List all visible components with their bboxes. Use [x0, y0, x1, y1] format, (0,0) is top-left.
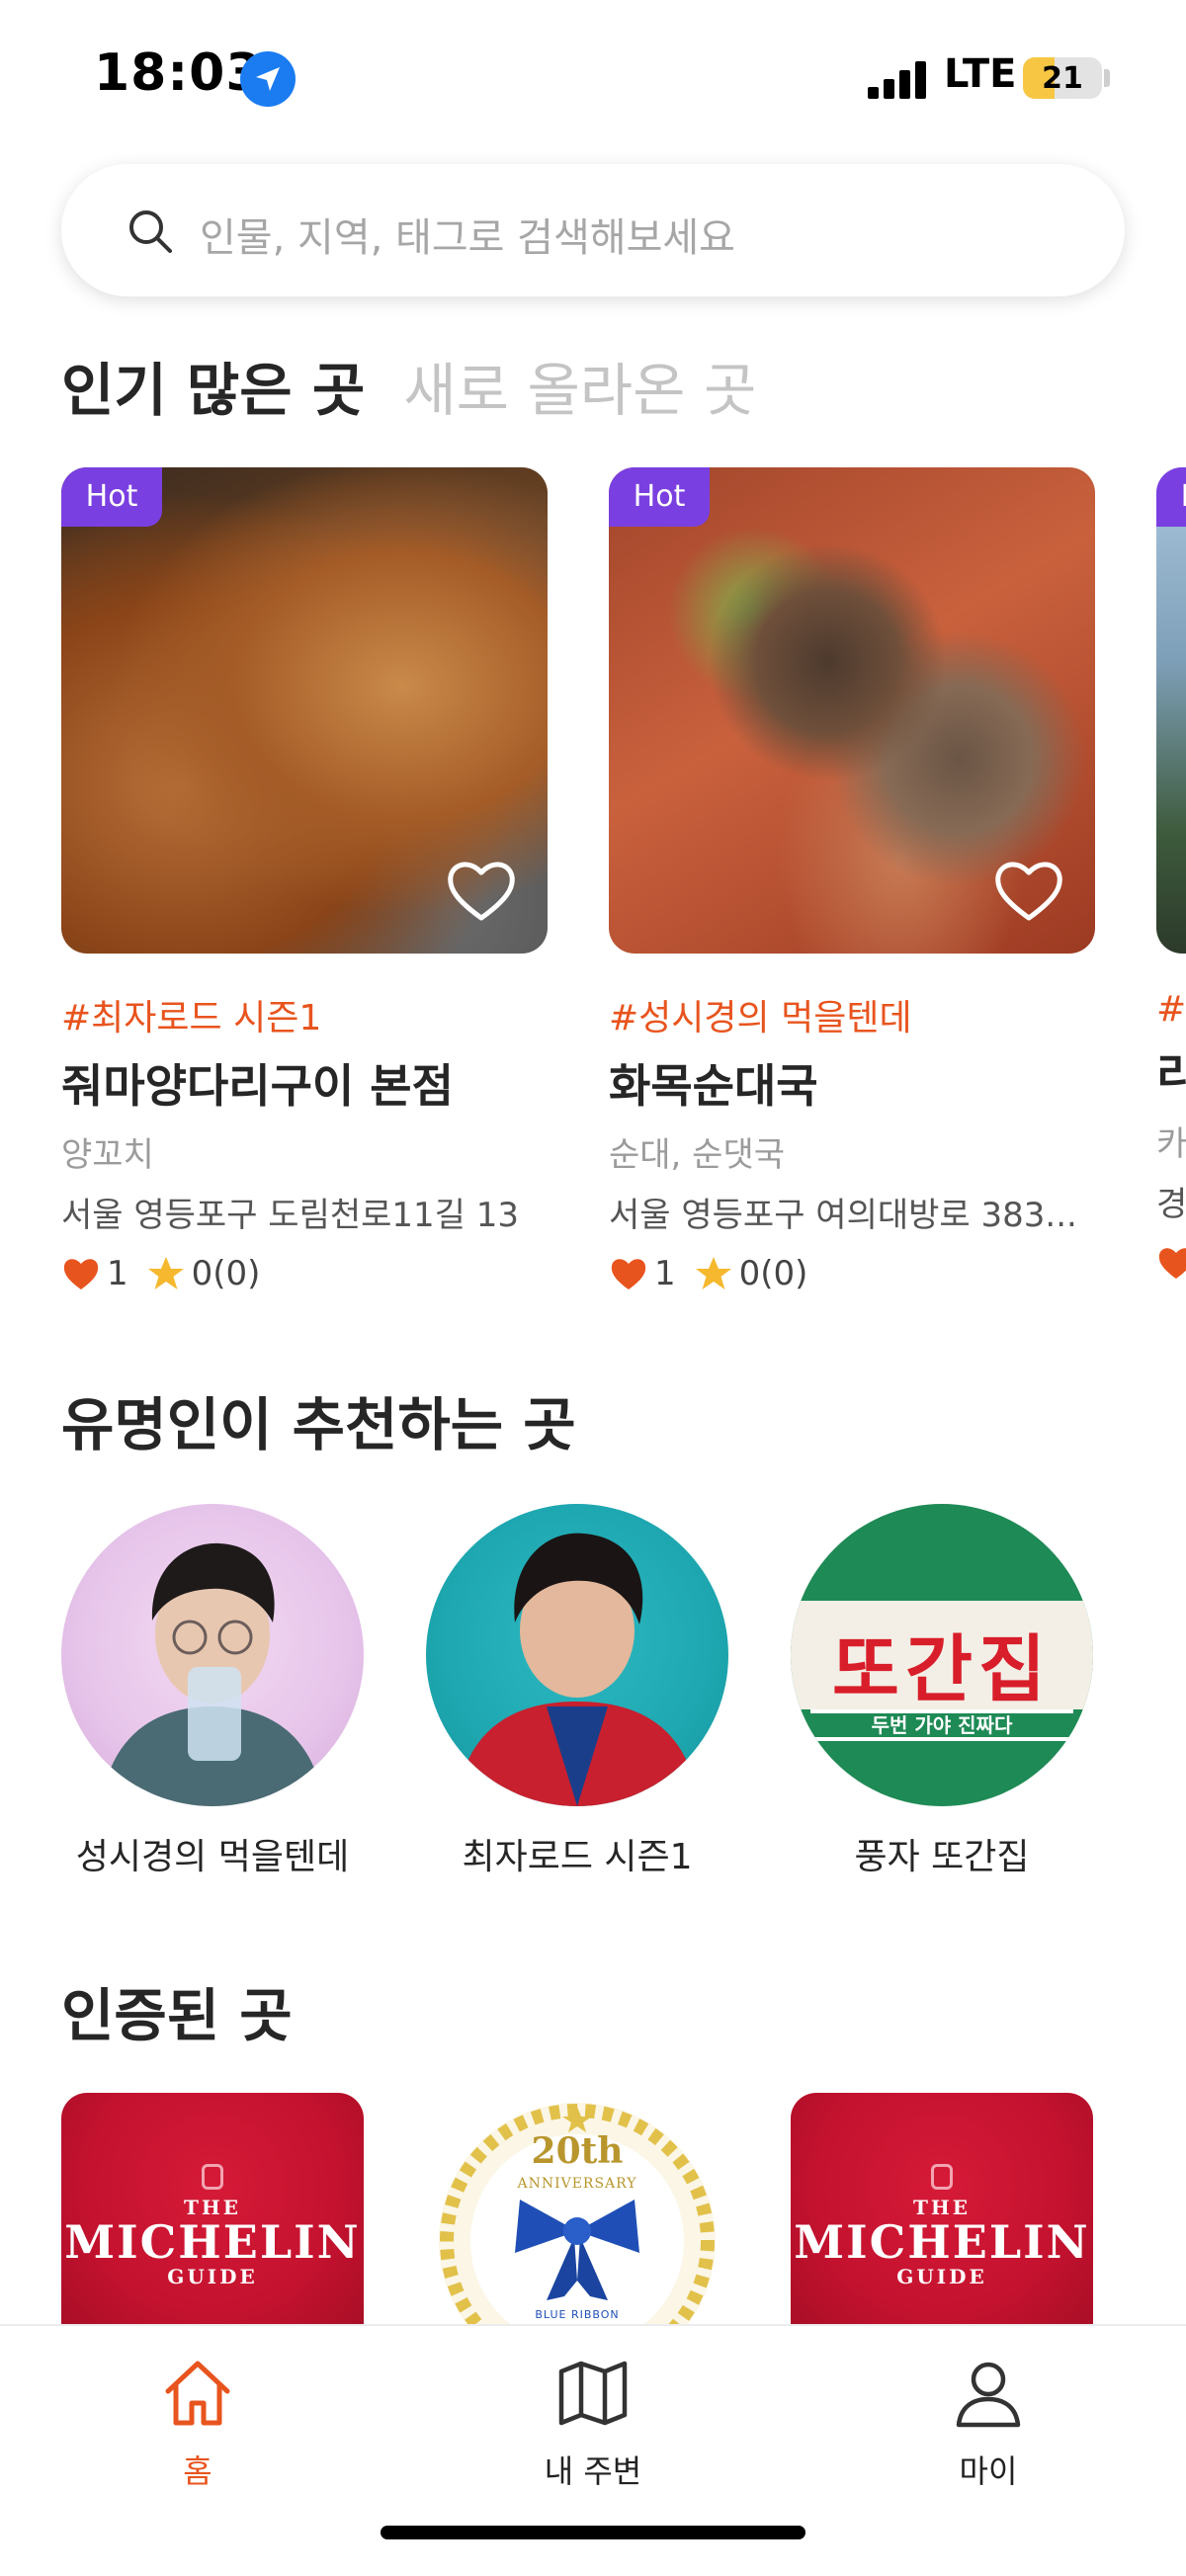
blue-ribbon-item[interactable]: 20th ANNIVERSARY BLUE RIBBON — [426, 2093, 728, 2330]
michelin-line-name: MICHELIN — [64, 2215, 361, 2269]
heart-icon[interactable] — [445, 857, 518, 924]
home-indicator[interactable] — [381, 2526, 805, 2539]
ribbon-brand-text: BLUE RIBBON — [535, 2308, 620, 2321]
hot-badge: Hot — [1156, 467, 1186, 527]
battery-icon: 21 — [1023, 57, 1102, 99]
user-icon — [956, 2362, 1021, 2428]
michelin-logo-icon — [931, 2164, 953, 2190]
place-card[interactable]: Hot # 리 카 경 — [1156, 467, 1186, 1285]
heart-icon[interactable] — [992, 857, 1065, 924]
hot-badge: Hot — [61, 467, 162, 527]
place-stats: 1 0(0) — [609, 1252, 1095, 1295]
michelin-logo-text: THE MICHELIN GUIDE — [791, 2196, 1093, 2288]
place-photo: Hot — [609, 467, 1095, 954]
place-name: 화목순대국 — [609, 1059, 818, 1113]
michelin-guide-item[interactable]: THE MICHELIN GUIDE — [791, 2093, 1093, 2330]
celebrity-name: 성시경의 먹을텐데 — [75, 1837, 350, 1877]
location-arrow-icon — [240, 51, 296, 107]
search-placeholder: 인물, 지역, 태그로 검색해보세요 — [200, 215, 735, 261]
battery-cap — [1104, 69, 1110, 87]
celebrity-section-title: 유명인이 추천하는 곳 — [61, 1391, 576, 1458]
place-tag[interactable]: #최자로드 시즌1 — [61, 989, 548, 1040]
like-count: 1 — [654, 1253, 676, 1293]
star-icon — [694, 1254, 733, 1293]
place-category: 순대, 순댓국 — [609, 1135, 786, 1175]
place-stats — [1156, 1241, 1186, 1285]
place-name: 리 — [1156, 1048, 1186, 1102]
like-heart-icon — [1156, 1243, 1186, 1283]
michelin-line-name: MICHELIN — [794, 2215, 1090, 2269]
place-address: 서울 영등포구 여의대방로 383... — [609, 1196, 1077, 1235]
michelin-guide-item[interactable]: THE MICHELIN GUIDE — [61, 2093, 364, 2330]
hot-badge: Hot — [609, 467, 710, 527]
michelin-logo-text: THE MICHELIN GUIDE — [61, 2196, 364, 2288]
tab-popular[interactable]: 인기 많은 곳 — [61, 344, 365, 427]
celebrity-avatar — [426, 1504, 728, 1806]
nav-my[interactable]: 마이 — [890, 2354, 1087, 2492]
network-label: LTE — [944, 51, 1017, 97]
celebrity-item[interactable]: 또간집 두번 가야 진짜다 풍자 또간집 — [791, 1504, 1093, 1879]
place-category: 카 — [1156, 1124, 1186, 1164]
place-tabs: 인기 많은 곳 새로 올라온 곳 — [61, 344, 790, 424]
home-icon — [165, 2361, 230, 2426]
nav-home[interactable]: 홈 — [99, 2354, 296, 2492]
place-photo: Hot — [1156, 467, 1186, 954]
place-card[interactable]: Hot #최자로드 시즌1 줘마양다리구이 본점 양꼬치 서울 영등포구 도림천… — [61, 467, 548, 1295]
celebrity-avatar: 또간집 두번 가야 진짜다 — [791, 1504, 1093, 1806]
search-input[interactable]: 인물, 지역, 태그로 검색해보세요 — [61, 164, 1125, 296]
rating-text: 0(0) — [191, 1253, 261, 1293]
nav-nearby-label: 내 주변 — [544, 2452, 642, 2490]
celebrity-item[interactable]: 최자로드 시즌1 — [426, 1504, 728, 1879]
place-tag[interactable]: #성시경의 먹을텐데 — [609, 989, 1095, 1040]
place-card[interactable]: Hot #성시경의 먹을텐데 화목순대국 순대, 순댓국 서울 영등포구 여의대… — [609, 467, 1095, 1295]
status-bar: 18:03 LTE 21 — [0, 0, 1186, 148]
like-heart-icon — [609, 1254, 648, 1293]
status-time: 18:03 — [94, 43, 263, 103]
ttoganjip-logo-text: 또간집 — [831, 1627, 1053, 1712]
nav-my-label: 마이 — [959, 2452, 1018, 2490]
search-icon — [123, 204, 178, 259]
nav-nearby[interactable]: 내 주변 — [494, 2354, 692, 2492]
place-address: 경 — [1156, 1185, 1186, 1224]
ribbon-anniversary-number: 20th — [531, 2130, 624, 2172]
battery-percent: 21 — [1042, 61, 1083, 96]
michelin-logo-icon — [202, 2164, 223, 2190]
certified-section-title: 인증된 곳 — [61, 1982, 293, 2049]
celebrity-avatar — [61, 1504, 364, 1806]
cellular-signal-icon — [868, 59, 927, 99]
rating-text: 0(0) — [738, 1253, 808, 1293]
celebrity-item[interactable]: 성시경의 먹을텐데 — [61, 1504, 364, 1879]
ribbon-anniversary-text: ANNIVERSARY — [517, 2176, 637, 2192]
star-icon — [146, 1254, 186, 1293]
place-photo: Hot — [61, 467, 548, 954]
tab-newest[interactable]: 새로 올라온 곳 — [403, 344, 756, 427]
place-address: 서울 영등포구 도림천로11길 13 — [61, 1196, 520, 1235]
ttoganjip-logo-sub: 두번 가야 진짜다 — [871, 1713, 1013, 1737]
celebrity-name: 최자로드 시즌1 — [462, 1837, 693, 1877]
laurel-wreath-icon — [439, 2103, 716, 2330]
place-stats: 1 0(0) — [61, 1252, 548, 1295]
place-category: 양꼬치 — [61, 1135, 154, 1175]
place-tag[interactable]: # — [1156, 989, 1186, 1030]
like-count: 1 — [107, 1253, 128, 1293]
like-heart-icon — [61, 1254, 101, 1293]
place-card-peek-wrapper: Hot # 리 카 경 — [1156, 467, 1186, 1357]
celebrity-name: 풍자 또간집 — [854, 1837, 1030, 1877]
nav-home-label: 홈 — [183, 2452, 212, 2490]
place-name: 줘마양다리구이 본점 — [61, 1059, 454, 1113]
map-icon — [558, 2361, 628, 2426]
